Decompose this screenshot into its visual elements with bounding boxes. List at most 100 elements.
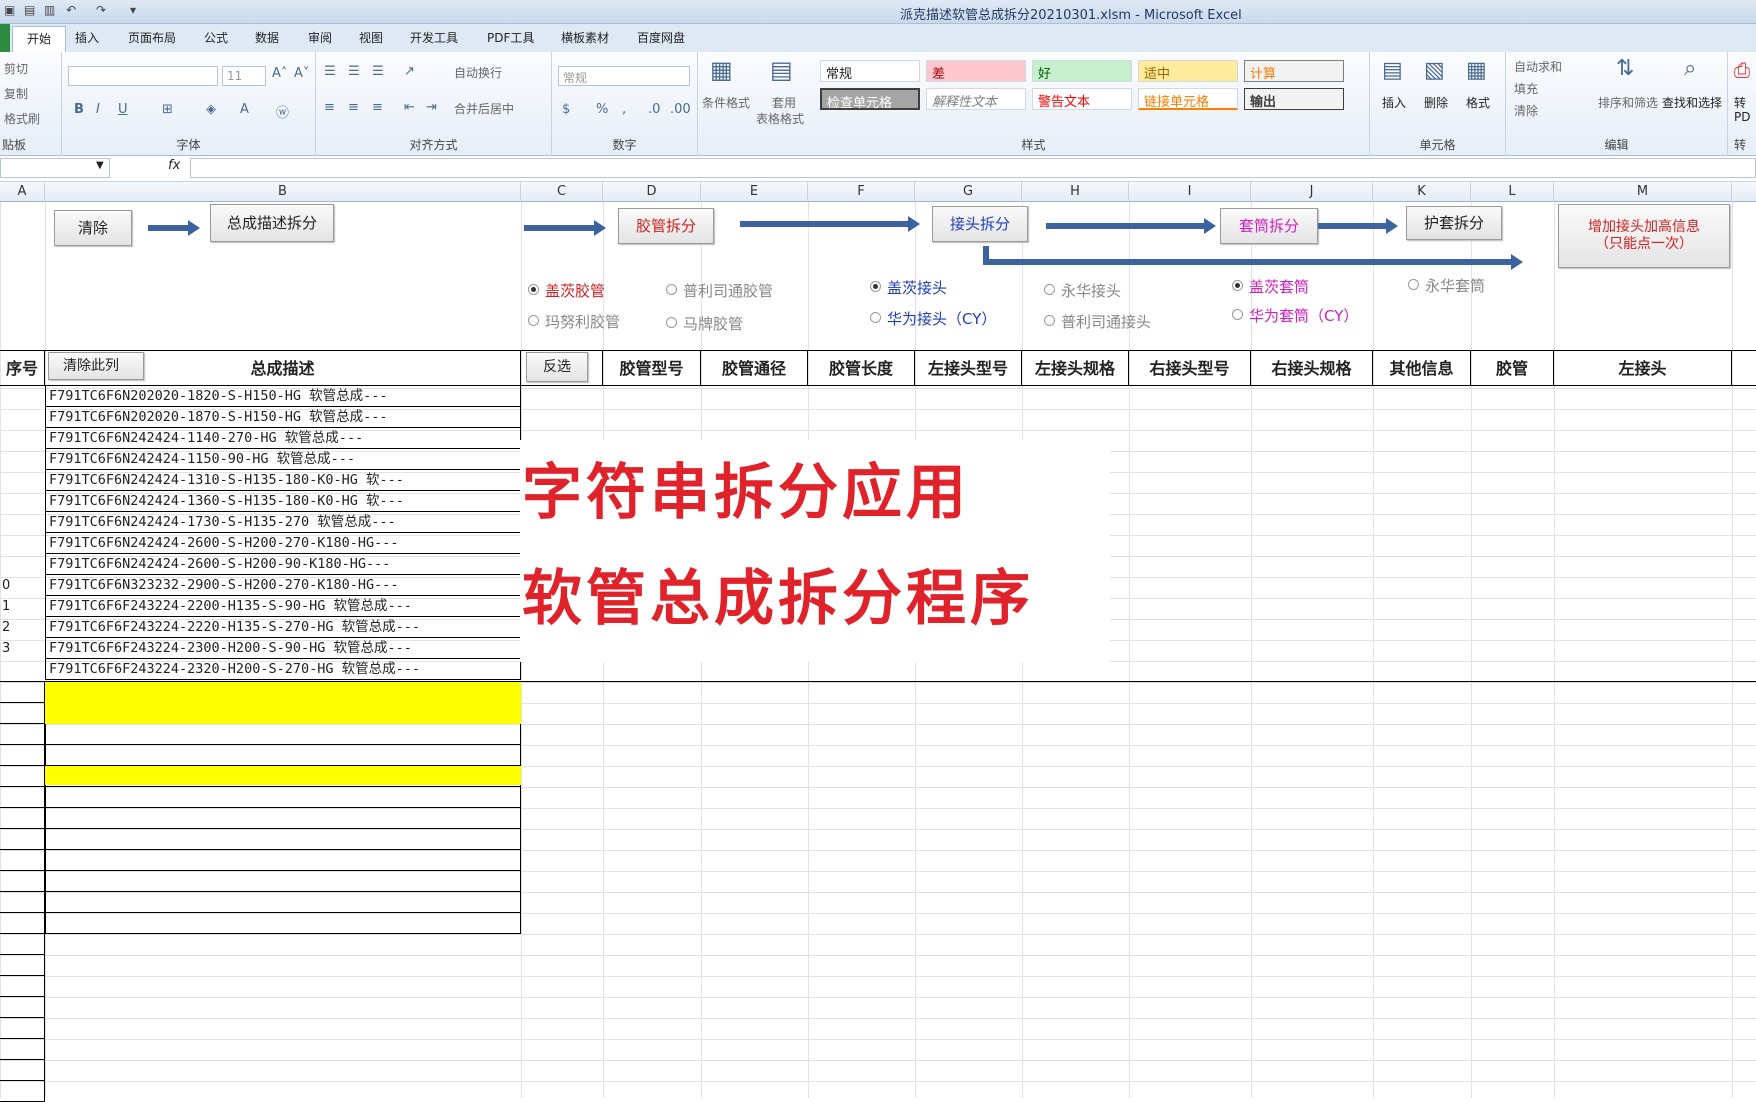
radio-bridgestone-fitting[interactable]: 普利司通接头 — [1044, 311, 1151, 332]
insert-cells-button[interactable]: 插入 — [1382, 94, 1406, 111]
find-select-button[interactable]: 查找和选择 — [1662, 94, 1722, 111]
highlight-cell-2[interactable] — [45, 766, 521, 785]
border-icon[interactable]: ⊞ — [162, 102, 173, 117]
radio-yonghua-sleeve[interactable]: 永华套筒 — [1408, 275, 1485, 296]
grow-font-icon[interactable]: A˄ — [272, 66, 287, 81]
empty-seq-cell[interactable] — [0, 703, 45, 724]
column-header-h[interactable]: H — [1022, 182, 1129, 202]
clear-button[interactable]: 清除 — [1514, 102, 1538, 119]
align-center-icon[interactable]: ≡ — [348, 100, 359, 115]
row-description-cell[interactable]: F791TC6F6N242424-1150-90-HG 软管总成--- — [45, 449, 521, 470]
table-format-icon[interactable]: ▤ — [770, 56, 793, 84]
row-description-cell[interactable]: F791TC6F6N242424-2600-S-H200-270-K180-HG… — [45, 533, 521, 554]
shrink-font-icon[interactable]: A˅ — [294, 66, 309, 81]
redo-icon[interactable]: ↷ — [96, 3, 106, 17]
row-seq-cell[interactable] — [0, 407, 45, 428]
radio-huawei-fitting[interactable]: 华为接头（CY） — [870, 308, 996, 329]
row-description-cell[interactable]: F791TC6F6F243224-2220-H135-S-270-HG 软管总成… — [45, 617, 521, 638]
empty-description-cell[interactable] — [45, 913, 521, 934]
column-header-g[interactable]: G — [915, 182, 1022, 202]
row-seq-cell[interactable] — [0, 659, 45, 680]
style-explanatory[interactable]: 解释性文本 — [926, 88, 1026, 110]
add-fitting-height-info-button[interactable]: 增加接头加高信息 （只能点一次） — [1558, 204, 1730, 268]
increase-indent-icon[interactable]: ⇥ — [426, 100, 437, 115]
tab-data[interactable]: 数据 — [255, 29, 279, 46]
row-seq-cell[interactable]: 1 — [0, 596, 45, 617]
orientation-icon[interactable]: ↗ — [404, 64, 415, 79]
radio-continental-hose[interactable]: 马牌胶管 — [666, 313, 743, 334]
empty-seq-cell[interactable] — [0, 1039, 45, 1060]
row-seq-cell[interactable]: 3 — [0, 638, 45, 659]
align-right-icon[interactable]: ≡ — [372, 100, 383, 115]
empty-description-cell[interactable] — [45, 829, 521, 850]
row-description-cell[interactable]: F791TC6F6F243224-2300-H200-S-90-HG 软管总成-… — [45, 638, 521, 659]
column-header-d[interactable]: D — [603, 182, 701, 202]
decrease-decimal-icon[interactable]: .00 — [670, 102, 691, 117]
format-painter-button[interactable]: 格式刷 — [4, 110, 40, 127]
empty-seq-cell[interactable] — [0, 1081, 45, 1102]
style-calculation[interactable]: 计算 — [1244, 60, 1344, 82]
empty-description-cell[interactable] — [45, 787, 521, 808]
comma-icon[interactable]: , — [622, 102, 626, 117]
customize-toolbar-icon[interactable]: ▾ — [130, 3, 136, 17]
middle-align-icon[interactable]: ☰ — [348, 64, 360, 79]
sleeve-split-button[interactable]: 套筒拆分 — [1220, 208, 1318, 244]
autosum-button[interactable]: 自动求和 — [1514, 58, 1562, 75]
merge-center-button[interactable]: 合并后居中 — [454, 100, 514, 117]
pdf-convert-icon[interactable]: ⎙ — [1734, 58, 1750, 82]
underline-icon[interactable]: U — [118, 102, 128, 117]
guard-split-button[interactable]: 护套拆分 — [1406, 206, 1502, 240]
tab-developer[interactable]: 开发工具 — [410, 29, 458, 46]
phonetic-icon[interactable]: ⓦ — [276, 102, 289, 121]
sort-filter-button[interactable]: 排序和筛选 — [1598, 94, 1658, 111]
row-description-cell[interactable]: F791TC6F6N242424-2600-S-H200-90-K180-HG-… — [45, 554, 521, 575]
column-header-i[interactable]: I — [1129, 182, 1251, 202]
empty-description-cell[interactable] — [45, 724, 521, 745]
style-linked-cell[interactable]: 链接单元格 — [1138, 88, 1238, 110]
column-header-k[interactable]: K — [1373, 182, 1471, 202]
find-select-icon[interactable]: ⌕ — [1684, 56, 1696, 81]
decrease-indent-icon[interactable]: ⇤ — [404, 100, 415, 115]
number-format-select[interactable]: 常规 — [558, 66, 690, 86]
currency-icon[interactable]: $ — [562, 102, 570, 117]
empty-seq-cell[interactable] — [0, 913, 45, 934]
row-seq-cell[interactable] — [0, 449, 45, 470]
empty-seq-cell[interactable] — [0, 934, 45, 955]
print-icon[interactable]: ▥ — [44, 3, 55, 17]
empty-description-cell[interactable] — [45, 808, 521, 829]
tab-formulas[interactable]: 公式 — [204, 29, 228, 46]
file-tab[interactable] — [0, 24, 10, 52]
top-align-icon[interactable]: ☰ — [324, 64, 336, 79]
radio-gates-fitting[interactable]: 盖茨接头 — [870, 277, 947, 298]
formula-input[interactable] — [190, 158, 1756, 178]
tab-home[interactable]: 开始 — [12, 26, 67, 52]
hose-split-button[interactable]: 胶管拆分 — [618, 208, 714, 244]
column-header-m[interactable]: M — [1554, 182, 1732, 202]
name-box-dropdown-icon[interactable]: ▼ — [96, 160, 104, 171]
copy-button[interactable]: 复制 — [4, 85, 28, 102]
row-description-cell[interactable]: F791TC6F6N242424-1310-S-H135-180-K0-HG 软… — [45, 470, 521, 491]
empty-seq-cell[interactable] — [0, 1060, 45, 1081]
style-warning[interactable]: 警告文本 — [1032, 88, 1132, 110]
empty-seq-cell[interactable] — [0, 724, 45, 745]
row-seq-cell[interactable] — [0, 533, 45, 554]
empty-seq-cell[interactable] — [0, 892, 45, 913]
row-description-cell[interactable]: F791TC6F6N242424-1730-S-H135-270 软管总成--- — [45, 512, 521, 533]
column-header-j[interactable]: J — [1251, 182, 1373, 202]
conditional-format-icon[interactable]: ▦ — [710, 56, 733, 84]
percent-icon[interactable]: % — [596, 102, 608, 117]
wrap-text-button[interactable]: 自动换行 — [454, 64, 502, 81]
tab-review[interactable]: 审阅 — [308, 29, 332, 46]
delete-cells-icon[interactable]: ▧ — [1424, 58, 1445, 83]
style-bad[interactable]: 差 — [926, 60, 1026, 82]
empty-description-cell[interactable] — [45, 850, 521, 871]
empty-seq-cell[interactable] — [0, 682, 45, 703]
empty-seq-cell[interactable] — [0, 850, 45, 871]
bold-icon[interactable]: B — [74, 102, 84, 117]
pdf-convert-label-2[interactable]: PD — [1734, 110, 1750, 124]
radio-manuli-hose[interactable]: 玛努利胶管 — [528, 311, 620, 332]
split-description-button[interactable]: 总成描述拆分 — [210, 204, 334, 242]
row-description-cell[interactable]: F791TC6F6N242424-1360-S-H135-180-K0-HG 软… — [45, 491, 521, 512]
radio-bridgestone-hose[interactable]: 普利司通胶管 — [666, 280, 773, 301]
increase-decimal-icon[interactable]: .0 — [648, 102, 660, 117]
